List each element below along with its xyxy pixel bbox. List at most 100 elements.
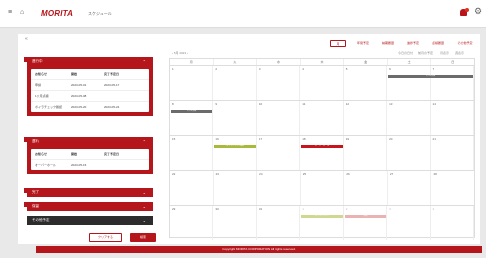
calendar-week: 8 9 10 11 12 13 14 1ヶ月点検 (170, 101, 474, 136)
calendar-day[interactable]: 20 (387, 136, 431, 170)
clear-button[interactable]: クリアする (89, 233, 122, 242)
table-row[interactable]: ボイラチェック確認 2023-05-20 2023-05-24 (31, 102, 149, 112)
calendar-day[interactable]: 26 (344, 171, 388, 205)
calendar-week: 15 16 17 18 19 20 21 ボイラチェック確認 オーバーホール (170, 136, 474, 171)
weekday-header: 月火水木金土 日 (170, 59, 474, 66)
column-header: 完了予定日 (104, 72, 120, 76)
column-header: 開始 (71, 72, 78, 76)
logo: MORITA (41, 9, 74, 18)
calendar-event[interactable]: 1ヶ月点検 (388, 75, 473, 78)
weekday-label: 土 (388, 59, 432, 65)
table-row[interactable]: 申請 2023-05-01 2023-05-17 (31, 80, 149, 91)
calendar-day[interactable]: 3 (257, 66, 301, 100)
table-row[interactable]: オーバーホール 2023-05-15 (31, 160, 149, 170)
calendar-day[interactable]: 3 (387, 206, 431, 240)
calendar-day[interactable]: 16 (213, 136, 257, 170)
column-header: 完了予定日 (104, 152, 120, 156)
hamburger-icon[interactable]: ≡ (8, 9, 12, 17)
calendar-day[interactable]: 17 (257, 136, 301, 170)
view-delivery-button[interactable]: 納期履歴 (377, 40, 399, 47)
calendar-day[interactable]: 23 (214, 171, 258, 205)
calendar-day[interactable]: 12 (344, 101, 388, 135)
panel-delayed: 遅れ ⌃ お知らせ 開始 完了予定日 オーバーホール 2023-05-15 (24, 137, 153, 174)
calendar-day[interactable]: 1 (170, 66, 214, 100)
calendar-day[interactable]: 5 (344, 66, 388, 100)
panel-header[interactable]: その他予定 ⌄ (27, 216, 153, 225)
day-number: 24 (259, 172, 263, 176)
view-other-button[interactable]: その他予定 (452, 40, 478, 47)
table-row[interactable]: 1ヶ月点検 2023-05-08 (31, 91, 149, 102)
calendar-day[interactable]: 9 (213, 101, 257, 135)
day-number: 1 (172, 67, 174, 71)
calendar-event[interactable]: オーバーホール (301, 145, 343, 148)
calendar-event[interactable]: 1ヶ月点検 (171, 110, 213, 113)
bell-icon[interactable] (460, 8, 469, 17)
calendar-day[interactable]: 15 (170, 136, 214, 170)
day-number: 28 (433, 172, 437, 176)
week-view-link[interactable]: 週表示 (455, 51, 464, 55)
calendar-day[interactable]: 31 (257, 206, 301, 240)
view-progress-button[interactable]: 進捗予定 (402, 40, 424, 47)
home-icon[interactable]: ⌂ (20, 9, 24, 17)
table-cell: 申請 (35, 83, 42, 87)
calendar-event[interactable]: ボイラチェック確認 (214, 145, 256, 148)
weekday-label: 金 (344, 59, 388, 65)
table-cell: ボイラチェック確認 (35, 105, 63, 109)
calendar-day[interactable]: 4 (431, 206, 474, 240)
table-cell: 2023-05-15 (71, 163, 87, 167)
calendar-day[interactable]: 18 (300, 136, 344, 170)
calendar-day[interactable]: 6 (387, 66, 431, 100)
calendar-day[interactable]: 29 (170, 206, 214, 240)
calendar-event[interactable]: 点検 (344, 215, 387, 218)
view-month-button[interactable]: 月 (330, 40, 346, 47)
calendar-day[interactable]: 4 (300, 66, 344, 100)
calendar-day[interactable]: 25 (301, 171, 345, 205)
day-number: 29 (172, 207, 176, 211)
calendar-day[interactable]: 28 (431, 171, 474, 205)
view-inspection-button[interactable]: 点検履歴 (427, 40, 449, 47)
calendar-day[interactable]: 7 (431, 66, 474, 100)
calendar-day[interactable]: 2 (344, 206, 388, 240)
calendar-day[interactable]: 2 (213, 66, 257, 100)
calendar-day[interactable]: 11 (300, 101, 344, 135)
panel-header[interactable]: 完了 ⌄ (27, 188, 153, 197)
calendar-day[interactable]: 21 (431, 136, 474, 170)
panel-header[interactable]: 保留 ⌄ (27, 202, 153, 211)
calendar-day[interactable]: 8 (170, 101, 214, 135)
day-number: 17 (258, 137, 263, 141)
panel-title: 遅れ (32, 139, 39, 143)
calendar-day[interactable]: 27 (388, 171, 432, 205)
calendar-event[interactable]: ボイラチェック (301, 215, 343, 218)
month-view-link[interactable]: 月表示 (440, 51, 449, 55)
footer: Copyright MORITA CORPORATION All rights … (36, 246, 482, 253)
day-number: 25 (302, 172, 307, 176)
calendar-day[interactable]: 1 (300, 206, 344, 240)
calendar-day[interactable]: 30 (213, 206, 257, 240)
calendar-day[interactable]: 19 (344, 136, 388, 170)
gear-icon[interactable]: ⚙ (474, 7, 482, 16)
weekday-label: 水 (257, 59, 301, 65)
calendar-day[interactable]: 22 (170, 171, 214, 205)
search-button[interactable]: 検索 (130, 233, 156, 242)
calendar-week: 29 30 31 1 2 3 4 ボイラチェック 点検 (170, 206, 474, 240)
back-button[interactable]: « (25, 36, 28, 42)
panel-header[interactable]: 進行中 ⌃ (27, 57, 153, 66)
calendar-day[interactable]: 24 (257, 171, 301, 205)
day-number: 21 (432, 137, 436, 141)
month-navigator[interactable]: ‹ 5月 2023 › (172, 51, 188, 55)
calendar-day[interactable]: 10 (257, 101, 301, 135)
view-annual-button[interactable]: 年間予定 (352, 40, 374, 47)
calendar-day[interactable]: 13 (387, 101, 431, 135)
day-number: 7 (432, 67, 435, 71)
day-number: 5 (345, 67, 348, 71)
day-number: 8 (172, 102, 174, 106)
day-number: 23 (215, 172, 219, 176)
chevron-down-icon: ⌄ (142, 190, 146, 195)
prev-month-link[interactable]: 前月の予定 (418, 51, 433, 55)
calendar-day[interactable]: 14 (431, 101, 474, 135)
table-cell: 1ヶ月点検 (35, 94, 49, 98)
panel-header[interactable]: 遅れ ⌃ (27, 137, 153, 146)
calendar-week: 22 23 24 25 26 27 28 (170, 171, 474, 206)
today-link[interactable]: 今日の日付 (398, 51, 413, 55)
panel-completed: 完了 ⌄ (24, 188, 153, 197)
